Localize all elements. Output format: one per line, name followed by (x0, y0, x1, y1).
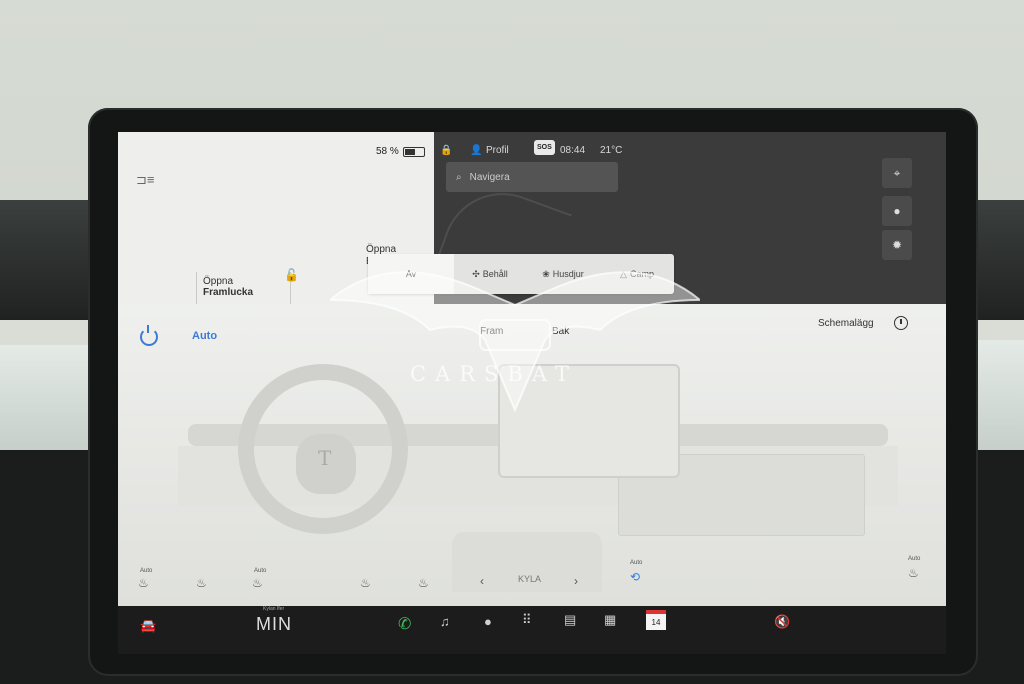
compass-icon: ⌖ (893, 165, 901, 180)
fan-mode-label[interactable]: KYLA (518, 574, 541, 584)
navigate-label: Navigera (469, 171, 510, 183)
battery-fill (404, 148, 415, 155)
clock-time: 08:44 (560, 144, 586, 156)
passenger-seat-heat-icon[interactable]: ♨ (908, 566, 919, 580)
rear-defrost-icon[interactable]: ♨ (360, 576, 371, 590)
power-icon-line (147, 325, 149, 333)
calendar-icon[interactable]: 14 (646, 610, 666, 630)
headlights-icon[interactable]: ⊐≡ (136, 172, 154, 188)
temperature-setting[interactable]: MIN (256, 614, 292, 635)
frunk-label-line2: Framlucka (203, 287, 254, 298)
battery-percent: 58 % (376, 146, 399, 157)
passenger-seat-auto: Auto (908, 556, 921, 562)
battery-icon (402, 146, 425, 157)
driver-seat-heat-icon[interactable]: ♨ (138, 576, 149, 590)
outside-temperature: 21°C (600, 144, 623, 156)
watermark-text: CARSBAT (410, 362, 578, 386)
sos-button[interactable]: SOS (534, 140, 555, 155)
temperature-mode-small: Kylan Ifer (263, 606, 285, 612)
wheel-heat-auto: Auto (254, 568, 267, 574)
power-icon[interactable] (140, 328, 158, 346)
rear-seat-heat-icon[interactable]: ♨ (196, 576, 207, 590)
music-icon[interactable]: ♫ (440, 614, 450, 629)
mute-icon[interactable]: 🔇 (774, 614, 790, 630)
schedule-button[interactable]: Schemalägg (818, 318, 874, 329)
calendar-day: 14 (651, 617, 661, 627)
notes-icon[interactable]: ▦ (604, 612, 616, 628)
watermark-logo (330, 271, 700, 413)
fan-increase-icon[interactable]: › (574, 574, 578, 588)
steering-heat-icon[interactable]: ♨ (252, 576, 263, 590)
tesla-logo-icon: T (318, 446, 332, 470)
settings-button[interactable]: ✹ (882, 230, 912, 260)
compass-button[interactable]: ⌖ (882, 158, 912, 188)
camera-icon[interactable]: ● (484, 614, 492, 629)
frunk-label-line1: Öppna (203, 276, 234, 287)
clock-icon[interactable] (894, 316, 908, 330)
driver-seat-auto: Auto (140, 568, 153, 574)
left-window (0, 345, 95, 450)
gear-icon: ✹ (891, 238, 903, 252)
recirculate-icon[interactable]: ⟲ (630, 570, 640, 584)
front-defrost-icon[interactable]: ♨ (418, 576, 429, 590)
navigate-search[interactable]: ⌕ Navigera (446, 162, 618, 192)
climate-auto-button[interactable]: Auto (192, 330, 217, 342)
phone-icon[interactable]: ✆ (398, 614, 411, 634)
profile-icon[interactable]: 👤 (470, 145, 482, 156)
unlock-icon[interactable]: 🔓 (284, 268, 299, 282)
manual-icon[interactable]: ▤ (564, 612, 576, 628)
recirc-auto: Auto (630, 560, 643, 566)
lock-status-icon[interactable]: 🔒 (440, 145, 452, 156)
pin-button[interactable]: ● (882, 196, 912, 226)
profile-label[interactable]: Profil (486, 145, 509, 156)
battery-indicator: 58 % (376, 146, 425, 157)
apps-icon[interactable]: ⠿ (522, 612, 532, 628)
search-icon: ⌕ (456, 171, 462, 183)
fan-decrease-icon[interactable]: ‹ (480, 574, 484, 588)
location-pin-icon: ● (893, 204, 901, 218)
bottom-taskbar: 🚘 Kylan Ifer MIN ✆ ♫ ● ⠿ ▤ ▦ 14 🔇 (118, 606, 946, 654)
car-icon[interactable]: 🚘 (140, 618, 156, 634)
